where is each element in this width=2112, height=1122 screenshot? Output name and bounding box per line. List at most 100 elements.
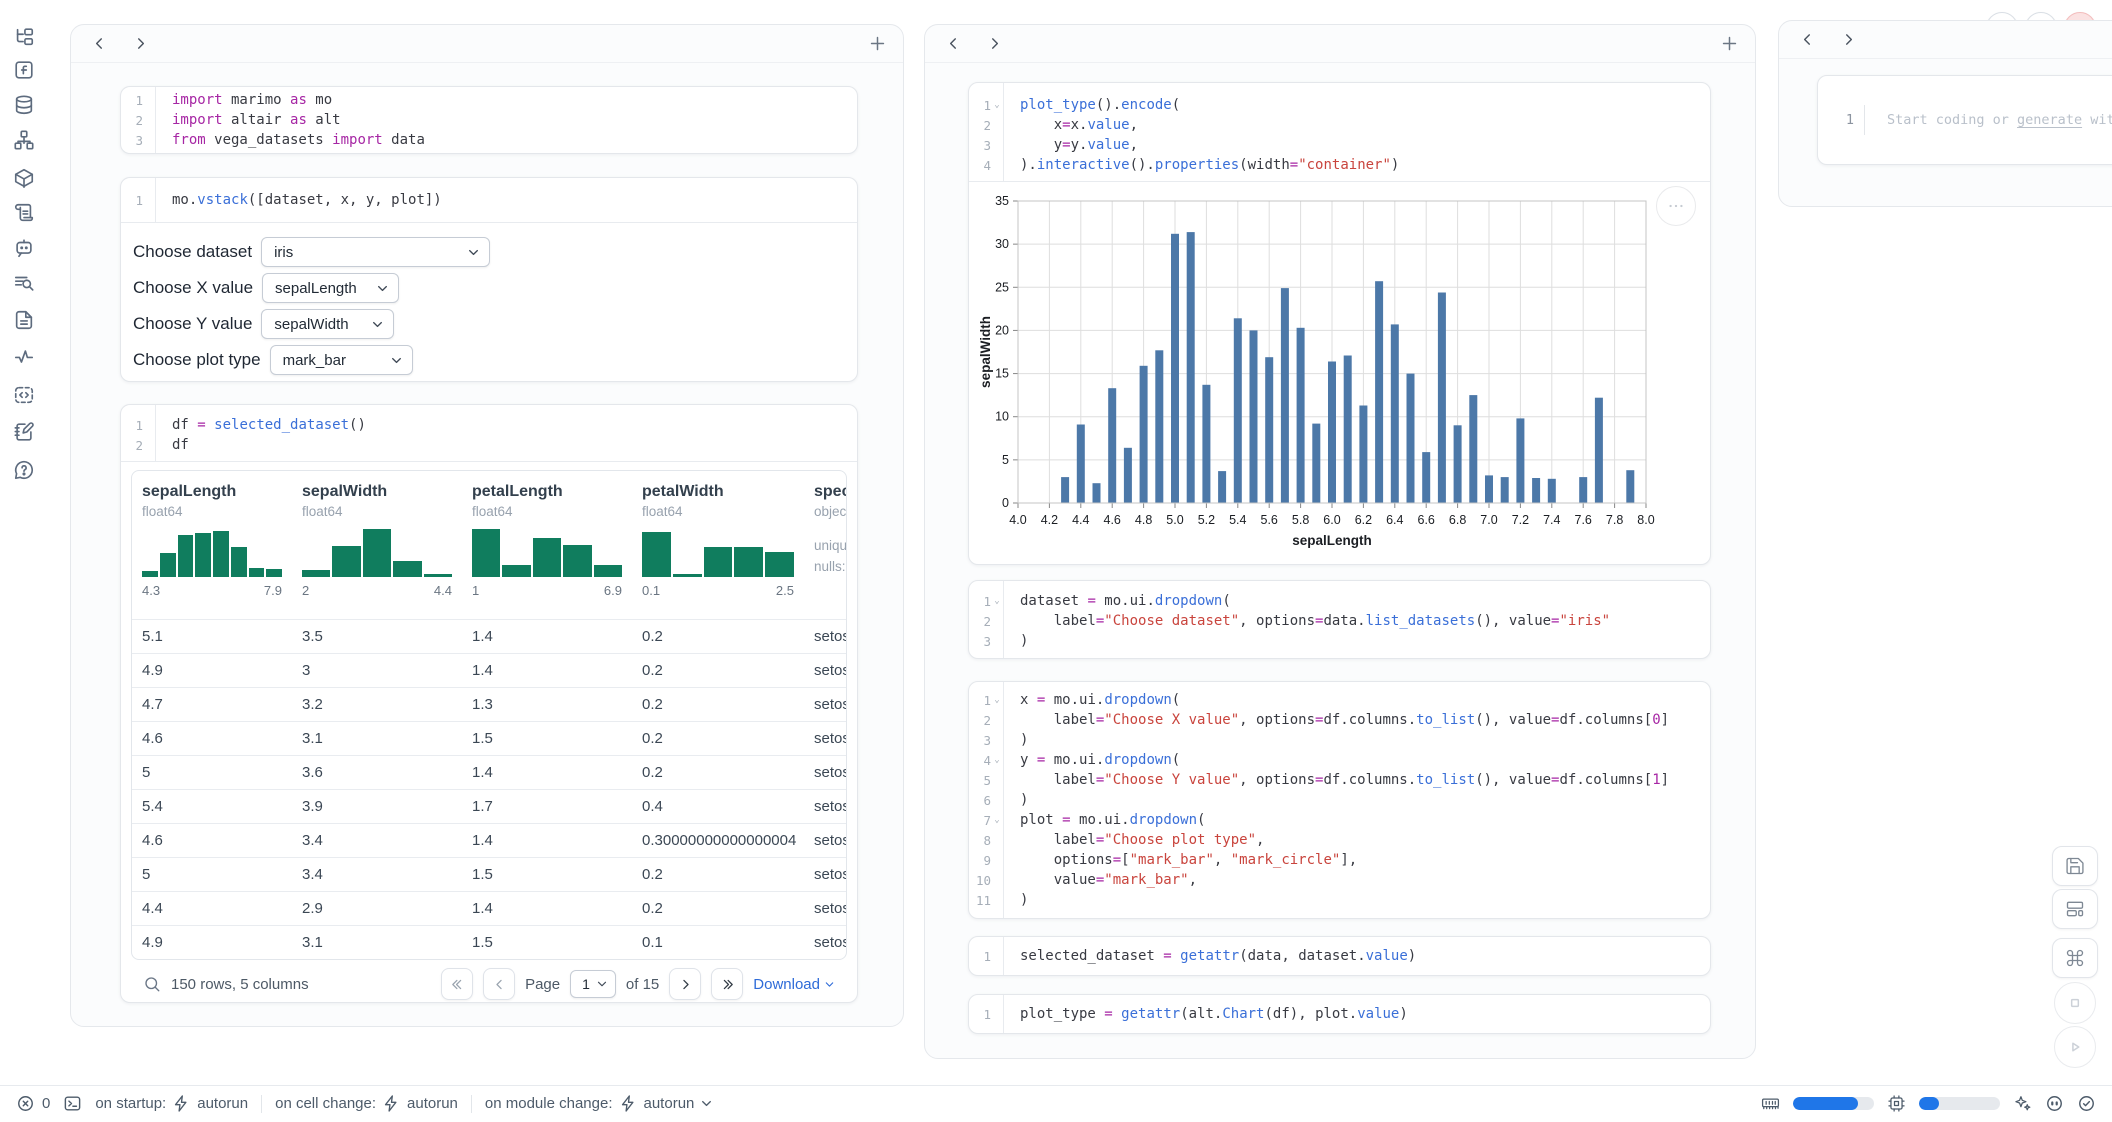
- column-histogram: [142, 529, 282, 577]
- chart-actions-button[interactable]: [1656, 186, 1696, 226]
- svg-text:7.4: 7.4: [1543, 513, 1560, 527]
- prev-page-button[interactable]: [483, 968, 515, 1000]
- svg-text:7.8: 7.8: [1606, 513, 1623, 527]
- svg-text:4.0: 4.0: [1009, 513, 1026, 527]
- logs-icon[interactable]: [13, 272, 35, 294]
- chevron-down-icon: [824, 979, 835, 990]
- svg-text:5.8: 5.8: [1292, 513, 1309, 527]
- cell-plot-type[interactable]: 1plot_type = getattr(alt.Chart(df), plot…: [968, 994, 1711, 1034]
- first-page-button[interactable]: [441, 968, 473, 1000]
- table-row[interactable]: 53.41.50.2setosa: [132, 857, 846, 891]
- save-button[interactable]: [2052, 846, 2098, 886]
- cell-vstack[interactable]: 1mo.vstack([dataset, x, y, plot]) Choose…: [120, 177, 858, 382]
- chevron-right-icon[interactable]: [986, 35, 1003, 52]
- ai-sparkles-icon[interactable]: [2013, 1094, 2032, 1113]
- on-startup-setting[interactable]: on startup: autorun: [95, 1094, 248, 1113]
- variables-icon[interactable]: [13, 59, 35, 81]
- chart-output: 4.04.24.44.64.85.05.25.45.65.86.06.26.46…: [969, 182, 1710, 550]
- svg-text:35: 35: [995, 194, 1009, 208]
- terminal-icon[interactable]: [63, 1094, 82, 1113]
- next-page-button[interactable]: [669, 968, 701, 1000]
- ai-chat-icon[interactable]: [13, 237, 35, 259]
- table-row[interactable]: 4.63.11.50.2setosa: [132, 721, 846, 755]
- help-icon[interactable]: [13, 459, 35, 481]
- download-button[interactable]: Download: [753, 976, 835, 993]
- stop-button[interactable]: [2054, 982, 2096, 1024]
- cell-widgets[interactable]: 1⌄234⌄567⌄891011x = mo.ui.dropdown( labe…: [968, 681, 1711, 919]
- command-palette-button[interactable]: [2052, 938, 2098, 978]
- run-button[interactable]: [2054, 1026, 2096, 1068]
- errors-icon[interactable]: [16, 1094, 35, 1113]
- page-label: Page: [525, 976, 560, 993]
- svg-text:30: 30: [995, 237, 1009, 251]
- cell-plot[interactable]: 1⌄234plot_type().encode( x=x.value, y=y.…: [968, 82, 1711, 565]
- scratchpad-icon[interactable]: [13, 421, 35, 443]
- add-cell-icon[interactable]: [868, 34, 887, 53]
- table-row[interactable]: 53.61.40.2setosa: [132, 755, 846, 789]
- dataset-dropdown[interactable]: iris: [261, 237, 490, 267]
- packages-icon[interactable]: [13, 167, 35, 189]
- column-header[interactable]: petalLengthfloat6416.9: [462, 471, 632, 619]
- column-header[interactable]: petalWidthfloat640.12.5: [632, 471, 804, 619]
- column-left-header: [71, 25, 903, 63]
- copilot-icon[interactable]: [2045, 1094, 2064, 1113]
- status-bar: 0 on startup: autorun on cell change: au…: [0, 1085, 2112, 1121]
- chevron-right-icon[interactable]: [132, 35, 149, 52]
- layout-toggle-button[interactable]: [2052, 889, 2098, 929]
- chevron-down-icon: [371, 318, 384, 331]
- chevron-down-icon: [390, 354, 403, 367]
- table-row[interactable]: 4.93.11.50.1setosa: [132, 925, 846, 959]
- table-row[interactable]: 4.42.91.40.2setosa: [132, 891, 846, 925]
- table-row[interactable]: 5.43.91.70.4setosa: [132, 789, 846, 823]
- plot-type-dropdown[interactable]: mark_bar: [270, 345, 413, 375]
- svg-text:5.0: 5.0: [1166, 513, 1183, 527]
- cell-empty[interactable]: 1 Start coding or generate with AI: [1817, 75, 2112, 165]
- chevron-left-icon[interactable]: [945, 35, 962, 52]
- cell-imports[interactable]: 123import marimo as moimport altair as a…: [120, 86, 858, 154]
- cell-dataframe[interactable]: 12df = selected_dataset()df sepalLengthf…: [120, 404, 858, 1003]
- editor-placeholder[interactable]: Start coding or generate with AI: [1887, 112, 2112, 128]
- column-header[interactable]: sepalLengthfloat644.37.9: [132, 471, 292, 619]
- y-dropdown-label: Choose Y value: [133, 314, 252, 334]
- sidebar-rail: [0, 0, 56, 1080]
- column-histogram: [302, 529, 452, 577]
- on-cell-change-setting[interactable]: on cell change: autorun: [275, 1094, 458, 1113]
- snippets-icon[interactable]: [13, 309, 35, 331]
- y-value-dropdown[interactable]: sepalWidth: [261, 309, 394, 339]
- table-footer: 150 rows, 5 columns Page 1 of 15 Downloa…: [131, 960, 847, 1003]
- chevron-right-icon[interactable]: [1840, 31, 1857, 48]
- memory-usage-bar[interactable]: [1793, 1097, 1874, 1110]
- cpu-usage-bar[interactable]: [1919, 1097, 2000, 1110]
- search-icon[interactable]: [143, 975, 161, 993]
- tracing-icon[interactable]: [13, 346, 35, 368]
- last-page-button[interactable]: [711, 968, 743, 1000]
- outline-icon[interactable]: [13, 384, 35, 406]
- connection-status-icon[interactable]: [2077, 1094, 2096, 1113]
- chevron-left-icon[interactable]: [91, 35, 108, 52]
- column-header[interactable]: sepalWidthfloat6424.4: [292, 471, 462, 619]
- page-select[interactable]: 1: [570, 970, 616, 998]
- x-value-dropdown[interactable]: sepalLength: [262, 273, 399, 303]
- bar-chart[interactable]: 4.04.24.44.64.85.05.25.45.65.86.06.26.46…: [979, 190, 1695, 550]
- datasources-icon[interactable]: [13, 94, 35, 116]
- dataframe-table[interactable]: sepalLengthfloat644.37.9 sepalWidthfloat…: [131, 470, 847, 960]
- chevron-down-icon: [700, 1097, 713, 1110]
- generate-link[interactable]: generate: [2017, 112, 2082, 128]
- svg-text:4.8: 4.8: [1135, 513, 1152, 527]
- marimo-app: 123import marimo as moimport altair as a…: [0, 0, 2112, 1122]
- dependency-graph-icon[interactable]: [13, 129, 35, 151]
- table-row[interactable]: 4.63.41.40.30000000000000004setosa: [132, 823, 846, 857]
- cell-dataset-dropdown[interactable]: 1⌄23dataset = mo.ui.dropdown( label="Cho…: [968, 580, 1711, 659]
- cell-selected-dataset[interactable]: 1selected_dataset = getattr(data, datase…: [968, 936, 1711, 976]
- chevron-left-icon[interactable]: [1799, 31, 1816, 48]
- documentation-icon[interactable]: [13, 202, 35, 224]
- column-header[interactable]: speciesobjectunique:nulls:: [804, 471, 846, 619]
- table-row[interactable]: 4.931.40.2setosa: [132, 653, 846, 687]
- column-right: 1 Start coding or generate with AI: [1778, 20, 2112, 207]
- file-explorer-icon[interactable]: [13, 26, 35, 48]
- chevron-down-icon: [376, 282, 389, 295]
- table-row[interactable]: 5.13.51.40.2setosa: [132, 619, 846, 653]
- table-row[interactable]: 4.73.21.30.2setosa: [132, 687, 846, 721]
- on-module-change-setting[interactable]: on module change: autorun: [485, 1094, 713, 1113]
- add-cell-icon[interactable]: [1720, 34, 1739, 53]
